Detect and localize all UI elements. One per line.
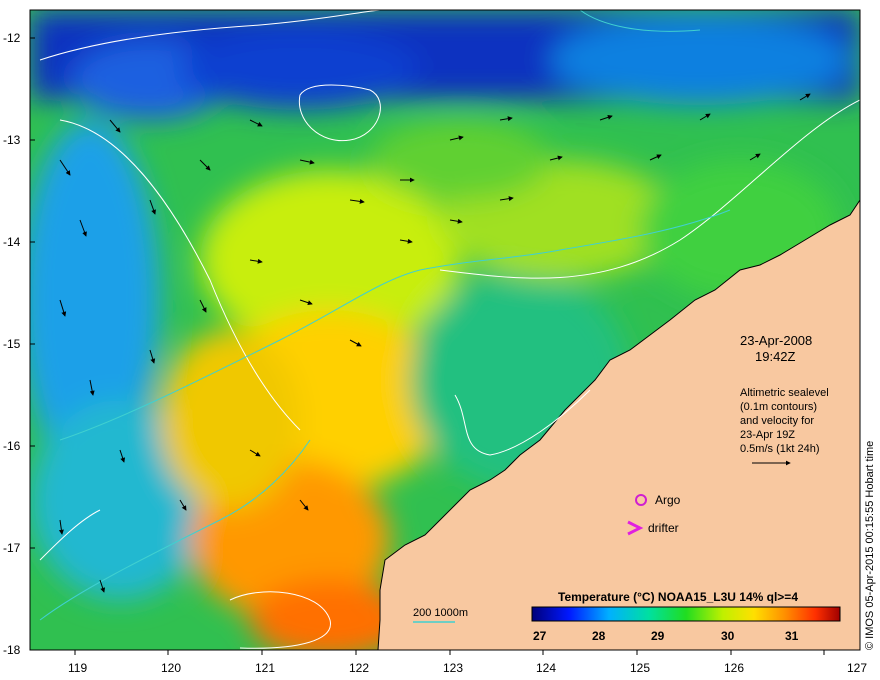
credit-text: © IMOS 05-Apr-2015 00:15:55 Hobart time — [864, 440, 876, 650]
lon-label: 124 — [536, 661, 556, 675]
altimetry-note: 23-Apr 19Z — [740, 429, 795, 441]
lon-label: 119 — [68, 661, 87, 675]
lon-label: 125 — [630, 661, 650, 675]
colorbar-tick: 28 — [592, 629, 606, 643]
time-label: 19:42Z — [755, 349, 796, 364]
altimetry-note: Altimetric sealevel — [740, 387, 829, 399]
credit-text-container: © IMOS 05-Apr-2015 00:15:55 Hobart time — [864, 10, 878, 650]
lon-label: 121 — [255, 661, 275, 675]
lon-axis — [74, 650, 825, 655]
drifter-label: drifter — [648, 521, 679, 535]
lon-label: 126 — [724, 661, 744, 675]
altimetry-note: and velocity for — [740, 415, 814, 427]
lat-label: -12 — [3, 31, 21, 45]
colorbar-tick: 31 — [785, 629, 799, 643]
lat-label: -16 — [3, 439, 21, 453]
sst-map: -12 -13 -14 -15 -16 -17 -18 119 120 121 … — [3, 9, 867, 675]
date-label: 23-Apr-2008 — [740, 333, 812, 348]
lat-label: -18 — [3, 643, 21, 657]
altimetry-note: 0.5m/s (1kt 24h) — [740, 443, 819, 455]
colorbar-tick: 27 — [533, 629, 547, 643]
colorbar-tick: 30 — [721, 629, 735, 643]
lon-label: 127 — [847, 661, 867, 675]
lon-label: 120 — [161, 661, 181, 675]
colorbar — [531, 606, 841, 622]
lat-label: -14 — [3, 235, 21, 249]
lon-label: 122 — [349, 661, 369, 675]
lat-label: -17 — [3, 541, 21, 555]
colorbar-title: Temperature (°C) NOAA15_L3U 14% ql>=4 — [558, 590, 798, 604]
colorbar-tick: 29 — [651, 629, 665, 643]
argo-label: Argo — [655, 493, 681, 507]
plot-area — [30, 10, 860, 650]
lat-label: -13 — [3, 133, 21, 147]
lon-label: 123 — [443, 661, 463, 675]
bathy-label: 200 1000m — [413, 607, 468, 619]
altimetry-note: (0.1m contours) — [740, 401, 817, 413]
lat-label: -15 — [3, 337, 21, 351]
